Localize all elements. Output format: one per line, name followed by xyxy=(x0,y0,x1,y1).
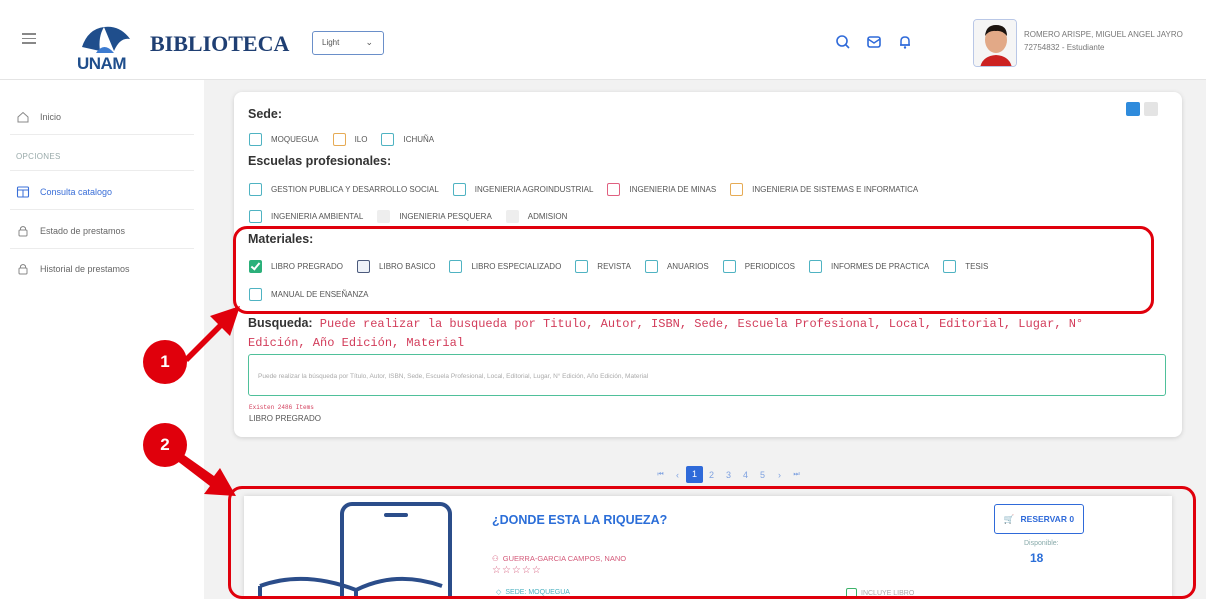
selected-material: LIBRO PREGRADO xyxy=(249,414,322,423)
search-input[interactable]: Puede realizar la búsqueda por Título, A… xyxy=(248,354,1166,396)
checkbox-moquegua[interactable]: MOQUEGUA xyxy=(249,133,319,146)
escuelas-row-1: GESTION PUBLICA Y DESARROLLO SOCIAL INGE… xyxy=(249,183,932,196)
checkbox-ing-minas[interactable]: INGENIERIA DE MINAS xyxy=(607,183,716,196)
divider xyxy=(10,248,194,249)
top-header: UNAM BIBLIOTECA Light ⌄ ROMERO ARISPE, M… xyxy=(0,0,1206,80)
busqueda-hint: Busqueda: Puede realizar la busqueda por… xyxy=(248,314,1108,353)
grid-view-icon[interactable] xyxy=(1144,102,1158,116)
checkbox-ichuna[interactable]: ICHUÑA xyxy=(381,133,434,146)
busqueda-label: Busqueda: xyxy=(248,316,313,330)
checkbox-ilo[interactable]: ILO xyxy=(332,133,367,146)
lock-icon xyxy=(18,264,28,275)
divider xyxy=(10,170,194,171)
bell-icon[interactable] xyxy=(896,33,914,51)
page-2-button[interactable]: 2 xyxy=(703,470,720,480)
sede-options: MOQUEGUA ILO ICHUÑA xyxy=(249,133,448,146)
menu-icon[interactable] xyxy=(22,33,36,47)
escuelas-row-2: INGENIERIA AMBIENTAL INGENIERIA PESQUERA… xyxy=(249,210,581,223)
mail-icon[interactable] xyxy=(865,33,883,51)
divider xyxy=(10,209,194,210)
chevron-down-icon: ⌄ xyxy=(365,37,373,47)
page-5-button[interactable]: 5 xyxy=(754,470,771,480)
annotation-marker-1: 1 xyxy=(143,340,187,384)
result-count: Existen 2486 Items xyxy=(249,404,314,411)
sidebar-item-inicio[interactable]: Inicio xyxy=(16,110,61,124)
user-name: ROMERO ARISPE, MIGUEL ANGEL JAYRO xyxy=(1024,30,1183,39)
checkbox-admision[interactable]: ADMISION xyxy=(505,210,567,223)
theme-select[interactable]: Light ⌄ xyxy=(312,31,384,55)
checkbox-ing-agroindustrial[interactable]: INGENIERIA AGROINDUSTRIAL xyxy=(452,183,593,196)
list-view-icon[interactable] xyxy=(1126,102,1140,116)
first-page-button[interactable]: ⏮ xyxy=(652,471,669,479)
last-page-button[interactable]: ⏭ xyxy=(788,471,805,479)
next-page-button[interactable]: › xyxy=(771,470,788,480)
page-3-button[interactable]: 3 xyxy=(720,470,737,480)
page-4-button[interactable]: 4 xyxy=(737,470,754,480)
prev-page-button[interactable]: ‹ xyxy=(669,470,686,480)
checkbox-ing-sistemas[interactable]: INGENIERIA DE SISTEMAS E INFORMATICA xyxy=(730,183,918,196)
checkbox-ing-pesquera[interactable]: INGENIERIA PESQUERA xyxy=(377,210,492,223)
lock-icon xyxy=(18,226,28,237)
section-label: OPCIONES xyxy=(16,152,61,161)
user-photo xyxy=(974,20,1016,66)
logo-text: UNAM xyxy=(77,54,127,73)
sidebar-item-label: Estado de prestamos xyxy=(40,226,126,236)
page-1-button[interactable]: 1 xyxy=(686,466,703,483)
view-toggle xyxy=(1126,102,1158,116)
annotation-marker-2: 2 xyxy=(143,423,187,467)
pagination: ⏮ ‹ 1 2 3 4 5 › ⏭ xyxy=(652,466,805,483)
sidebar-item-label: Historial de prestamos xyxy=(40,264,130,274)
divider xyxy=(10,134,194,135)
sidebar-item-estado-prestamos[interactable]: Estado de prestamos xyxy=(16,224,125,238)
app-title: BIBLIOTECA xyxy=(150,31,290,56)
sidebar-item-label: Inicio xyxy=(40,112,62,122)
sidebar-item-historial-prestamos[interactable]: Historial de prestamos xyxy=(16,262,130,276)
sidebar-item-label: Consulta catalogo xyxy=(40,187,113,197)
search-icon[interactable] xyxy=(834,33,852,51)
catalog-icon xyxy=(16,186,30,198)
checkbox-gestion-publica[interactable]: GESTION PUBLICA Y DESARROLLO SOCIAL xyxy=(249,183,439,196)
sidebar-item-consulta-catalogo[interactable]: Consulta catalogo xyxy=(16,185,112,199)
home-icon xyxy=(17,111,29,123)
checkbox-ing-ambiental[interactable]: INGENIERIA AMBIENTAL xyxy=(249,210,363,223)
busqueda-hint-text: Puede realizar la busqueda por Titulo, A… xyxy=(248,317,1084,350)
search-placeholder: Puede realizar la búsqueda por Título, A… xyxy=(258,373,649,380)
sede-label: Sede: xyxy=(248,107,283,121)
theme-select-value: Light xyxy=(322,38,340,47)
user-id-role: 72754832 - Estudiante xyxy=(1024,43,1105,52)
annotation-box-2 xyxy=(228,486,1196,599)
annotation-box-1 xyxy=(233,226,1154,314)
escuelas-label: Escuelas profesionales: xyxy=(248,154,392,168)
avatar[interactable] xyxy=(973,19,1017,67)
